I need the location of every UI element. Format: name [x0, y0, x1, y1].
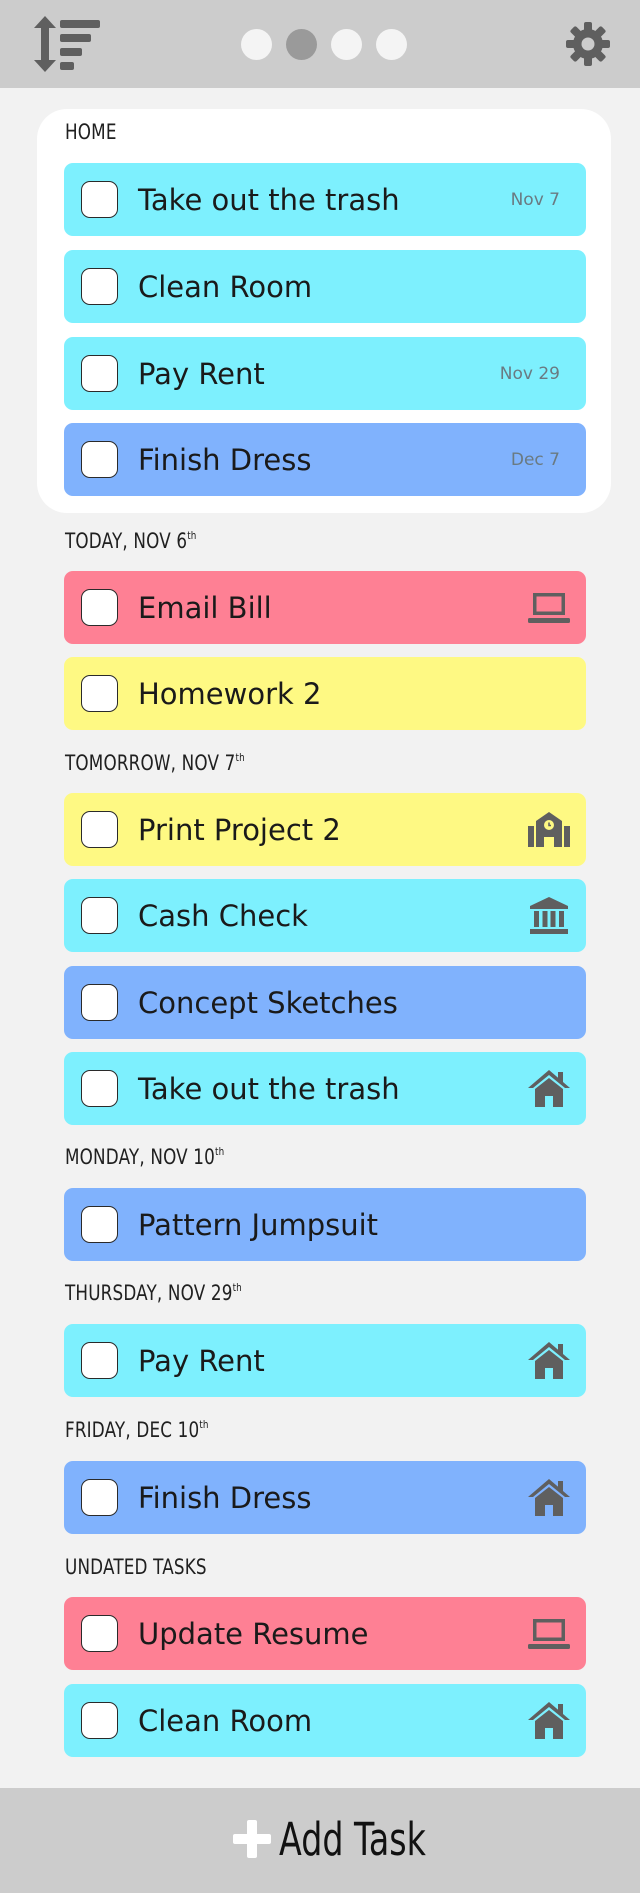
task-label: Pattern Jumpsuit	[138, 1207, 379, 1242]
add-task-button[interactable]: Add Task	[233, 1808, 478, 1870]
task-email-bill[interactable]: Email Bill	[64, 571, 586, 644]
task-checkbox[interactable]	[81, 984, 118, 1021]
home-task-1[interactable]: Take out the trash Nov 7	[64, 163, 586, 236]
task-label: Clean Room	[138, 269, 313, 304]
section-title-today: TODAY, NOV 6th	[65, 529, 197, 553]
task-checkbox[interactable]	[81, 181, 118, 218]
task-checkbox[interactable]	[81, 441, 118, 478]
task-checkbox[interactable]	[81, 811, 118, 848]
task-label: Pay Rent	[138, 1343, 265, 1378]
task-label: Take out the trash	[138, 182, 400, 217]
task-cash-check[interactable]: Cash Check	[64, 879, 586, 952]
task-label: Clean Room	[138, 1703, 313, 1738]
task-label: Cash Check	[138, 898, 308, 933]
task-label: Email Bill	[138, 590, 272, 625]
home-icon	[528, 1700, 570, 1740]
task-checkbox[interactable]	[81, 1615, 118, 1652]
page-indicator	[241, 29, 407, 60]
home-task-3[interactable]: Pay Rent Nov 29	[64, 337, 586, 410]
task-clean-room[interactable]: Clean Room	[64, 1684, 586, 1757]
page-dot-2[interactable]	[286, 29, 317, 60]
home-icon	[528, 1340, 570, 1380]
task-label: Finish Dress	[138, 1480, 312, 1515]
task-pay-rent[interactable]: Pay Rent	[64, 1324, 586, 1397]
task-checkbox[interactable]	[81, 268, 118, 305]
task-label: Take out the trash	[138, 1071, 400, 1106]
task-label: Update Resume	[138, 1616, 369, 1651]
task-checkbox[interactable]	[81, 1342, 118, 1379]
gear-icon[interactable]	[564, 20, 612, 68]
bank-icon	[528, 895, 570, 935]
school-icon	[528, 809, 570, 849]
task-label: Pay Rent	[138, 356, 265, 391]
task-checkbox[interactable]	[81, 1702, 118, 1739]
home-icon	[528, 1068, 570, 1108]
bottom-bar: Add Task	[0, 1788, 640, 1893]
home-icon	[528, 1477, 570, 1517]
task-date: Dec 7	[510, 449, 560, 470]
task-label: Concept Sketches	[138, 985, 398, 1020]
page-dot-1[interactable]	[241, 29, 272, 60]
task-update-resume[interactable]: Update Resume	[64, 1597, 586, 1670]
task-checkbox[interactable]	[81, 675, 118, 712]
task-checkbox[interactable]	[81, 355, 118, 392]
task-date: Nov 29	[499, 363, 560, 384]
section-title-home: HOME	[65, 120, 117, 144]
task-take-out-trash[interactable]: Take out the trash	[64, 1052, 586, 1125]
task-homework-2[interactable]: Homework 2	[64, 657, 586, 730]
section-title-thursday: THURSDAY, NOV 29th	[65, 1281, 242, 1305]
home-task-2[interactable]: Clean Room	[64, 250, 586, 323]
task-print-project-2[interactable]: Print Project 2	[64, 793, 586, 866]
laptop-icon	[528, 1613, 570, 1653]
top-bar	[0, 0, 640, 88]
plus-icon	[233, 1820, 271, 1858]
task-label: Finish Dress	[138, 442, 312, 477]
task-checkbox[interactable]	[81, 1479, 118, 1516]
task-label: Homework 2	[138, 676, 322, 711]
page-dot-4[interactable]	[376, 29, 407, 60]
section-title-tomorrow: TOMORROW, NOV 7th	[65, 751, 245, 775]
sort-icon[interactable]	[34, 16, 100, 72]
task-checkbox[interactable]	[81, 589, 118, 626]
section-title-friday: FRIDAY, DEC 10th	[65, 1418, 209, 1442]
section-title-undated: UNDATED TASKS	[65, 1555, 207, 1579]
page-dot-3[interactable]	[331, 29, 362, 60]
section-title-monday: MONDAY, NOV 10th	[65, 1145, 225, 1169]
task-finish-dress[interactable]: Finish Dress	[64, 1461, 586, 1534]
task-date: Nov 7	[510, 189, 560, 210]
task-pattern-jumpsuit[interactable]: Pattern Jumpsuit	[64, 1188, 586, 1261]
task-label: Print Project 2	[138, 812, 341, 847]
task-concept-sketches[interactable]: Concept Sketches	[64, 966, 586, 1039]
home-task-4[interactable]: Finish Dress Dec 7	[64, 423, 586, 496]
task-checkbox[interactable]	[81, 1070, 118, 1107]
task-checkbox[interactable]	[81, 1206, 118, 1243]
task-checkbox[interactable]	[81, 897, 118, 934]
laptop-icon	[528, 587, 570, 627]
add-task-label: Add Task	[279, 1812, 426, 1866]
